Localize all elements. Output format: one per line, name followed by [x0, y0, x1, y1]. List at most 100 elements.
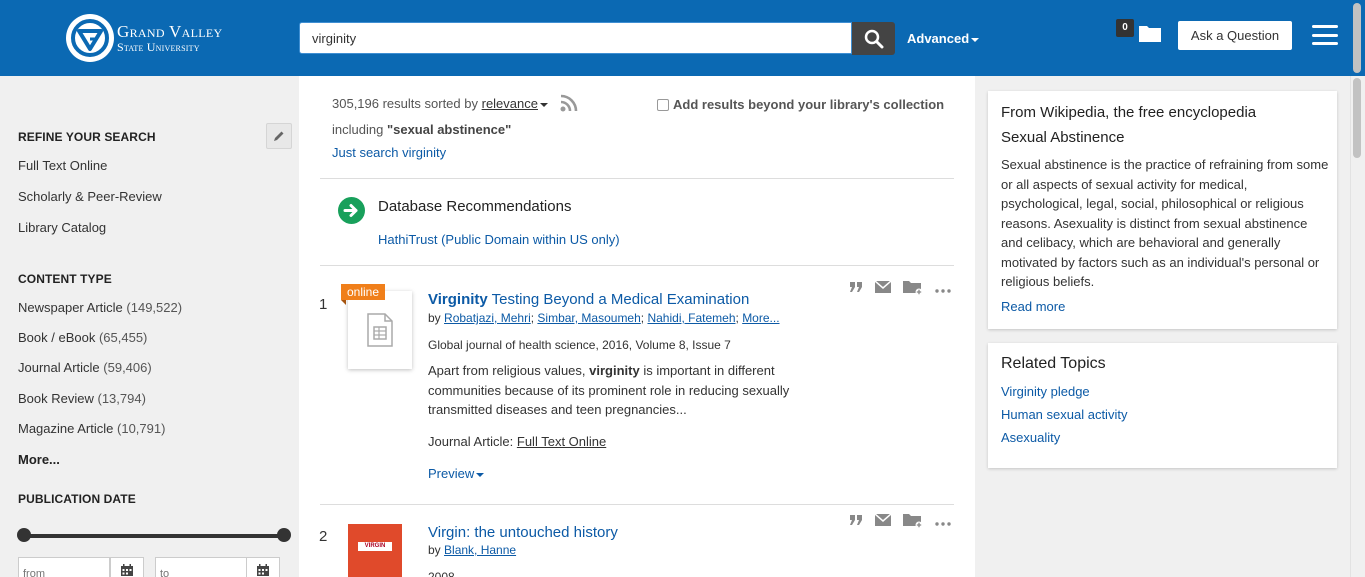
result-number: 2: [319, 528, 328, 545]
more-authors-link[interactable]: More...: [742, 311, 779, 325]
wiki-subheading: Sexual Abstinence: [1001, 129, 1125, 146]
just-search-link[interactable]: Just search virginity: [332, 145, 446, 160]
wiki-read-more-link[interactable]: Read more: [1001, 299, 1065, 314]
content-label: Book / eBook: [18, 330, 96, 345]
author-link[interactable]: Robatjazi, Mehri: [444, 311, 531, 325]
preview-toggle[interactable]: Preview: [428, 466, 485, 481]
topics-heading: Related Topics: [1001, 355, 1106, 372]
by-label: by: [428, 311, 441, 325]
sort-dropdown[interactable]: relevance: [482, 96, 548, 111]
content-label: Magazine Article: [18, 421, 114, 436]
wiki-body: Sexual abstinence is the practice of ref…: [1001, 157, 1329, 289]
cite-quote-icon[interactable]: [849, 514, 863, 529]
db-recommendation-link[interactable]: HathiTrust (Public Domain within US only…: [378, 232, 620, 247]
result-year: 2008: [428, 570, 455, 577]
edit-refine-button[interactable]: [266, 123, 292, 149]
more-options-icon[interactable]: [935, 514, 951, 529]
logo-text: Grand Valley State University: [117, 23, 222, 53]
refine-item-library-catalog[interactable]: Library Catalog: [18, 220, 106, 235]
folder-count-badge: 0: [1116, 19, 1134, 37]
content-more-link[interactable]: More...: [18, 452, 60, 467]
arrow-right-icon: [338, 197, 365, 224]
scrollbar-thumb[interactable]: [1353, 78, 1361, 158]
hamburger-menu-icon[interactable]: [1312, 25, 1338, 45]
result-publication-meta: Global journal of health science, 2016, …: [428, 338, 731, 352]
result-actions: [849, 279, 951, 298]
author-link[interactable]: Nahidi, Fatemeh: [647, 311, 735, 325]
cite-quote-icon[interactable]: [849, 281, 863, 296]
including-term: "sexual abstinence": [386, 122, 512, 137]
abstract-pre: Apart from religious values,: [428, 363, 590, 378]
author-link[interactable]: Blank, Hanne: [444, 543, 516, 557]
result-number: 1: [319, 296, 328, 313]
content-label: Newspaper Article: [18, 300, 123, 315]
scrollbar-header: [1350, 0, 1365, 76]
beyond-label: Add results beyond your library's collec…: [673, 97, 945, 112]
refine-item-full-text[interactable]: Full Text Online: [18, 158, 107, 173]
document-icon: [367, 313, 393, 347]
advanced-search-toggle[interactable]: Advanced: [907, 31, 980, 46]
beyond-collection-checkbox[interactable]: Add results beyond your library's collec…: [657, 97, 944, 112]
date-slider-start-handle[interactable]: [17, 528, 31, 542]
ask-question-button[interactable]: Ask a Question: [1178, 21, 1292, 50]
result-title-link[interactable]: Virgin: the untouched history: [428, 524, 618, 541]
publication-date-heading: PUBLICATION DATE: [18, 492, 136, 506]
date-to-input[interactable]: [155, 557, 247, 577]
top-header: Grand Valley State University Advanced 0…: [0, 0, 1365, 76]
content-item-journal[interactable]: Journal Article (59,406): [18, 360, 152, 375]
results-summary: 305,196 results sorted by relevance: [332, 96, 548, 111]
divider: [320, 504, 954, 505]
format-label: Journal Article:: [428, 434, 514, 449]
add-to-folder-icon[interactable]: [903, 279, 923, 298]
author-link[interactable]: Simbar, Masoumeh: [537, 311, 640, 325]
add-to-folder-icon[interactable]: [903, 512, 923, 531]
calendar-icon: [257, 564, 269, 576]
pencil-icon: [274, 131, 284, 141]
search-input[interactable]: [299, 22, 852, 54]
abstract-highlight: virginity: [589, 363, 640, 378]
date-from-calendar-button[interactable]: [110, 557, 144, 577]
page-scrollbar[interactable]: [1350, 76, 1365, 577]
related-topics-card: Related Topics Virginity pledge Human se…: [988, 343, 1337, 468]
topic-link[interactable]: Human sexual activity: [1001, 407, 1127, 422]
content-item-book[interactable]: Book / eBook (65,455): [18, 330, 147, 345]
book-cover-label: VIRGIN: [358, 542, 392, 551]
wikipedia-card: From Wikipedia, the free encyclopedia Se…: [988, 91, 1337, 329]
gvsu-logo-icon: [66, 14, 114, 62]
content-item-newspaper[interactable]: Newspaper Article (149,522): [18, 300, 182, 315]
preview-label: Preview: [428, 466, 475, 481]
chevron-down-icon: [539, 102, 548, 107]
search-button[interactable]: [852, 22, 895, 55]
date-to-calendar-button[interactable]: [246, 557, 280, 577]
topic-link[interactable]: Virginity pledge: [1001, 384, 1090, 399]
result-title-link[interactable]: Virginity Testing Beyond a Medical Exami…: [428, 291, 749, 308]
folder-icon[interactable]: [1138, 23, 1162, 46]
content-item-magazine[interactable]: Magazine Article (10,791): [18, 421, 165, 436]
book-cover-thumbnail[interactable]: VIRGIN: [348, 524, 402, 577]
title-rest: Testing Beyond a Medical Examination: [487, 291, 750, 308]
full-text-link[interactable]: Full Text Online: [517, 434, 606, 449]
more-options-icon[interactable]: [935, 281, 951, 296]
rss-icon[interactable]: [559, 93, 579, 116]
result-authors: by Robatjazi, Mehri; Simbar, Masoumeh; N…: [428, 311, 780, 325]
content-count: (65,455): [98, 330, 148, 345]
date-from-input[interactable]: [18, 557, 110, 577]
calendar-icon: [121, 564, 133, 576]
result-thumbnail[interactable]: [348, 291, 412, 369]
db-recommendations-title: Database Recommendations: [378, 198, 572, 215]
date-slider-end-handle[interactable]: [277, 528, 291, 542]
date-slider-track[interactable]: [23, 534, 285, 538]
topic-link[interactable]: Asexuality: [1001, 430, 1060, 445]
advanced-label: Advanced: [907, 31, 970, 46]
by-label: by: [428, 543, 441, 557]
content-item-book-review[interactable]: Book Review (13,794): [18, 391, 146, 406]
content-count: (149,522): [126, 300, 183, 315]
logo-line2: State University: [117, 40, 200, 54]
email-icon[interactable]: [874, 513, 892, 529]
result-actions: [849, 512, 951, 531]
content-label: Book Review: [18, 391, 94, 406]
chevron-down-icon: [476, 472, 485, 477]
refine-item-scholarly[interactable]: Scholarly & Peer-Review: [18, 189, 162, 204]
gvsu-logo[interactable]: Grand Valley State University: [66, 14, 222, 62]
email-icon[interactable]: [874, 280, 892, 296]
